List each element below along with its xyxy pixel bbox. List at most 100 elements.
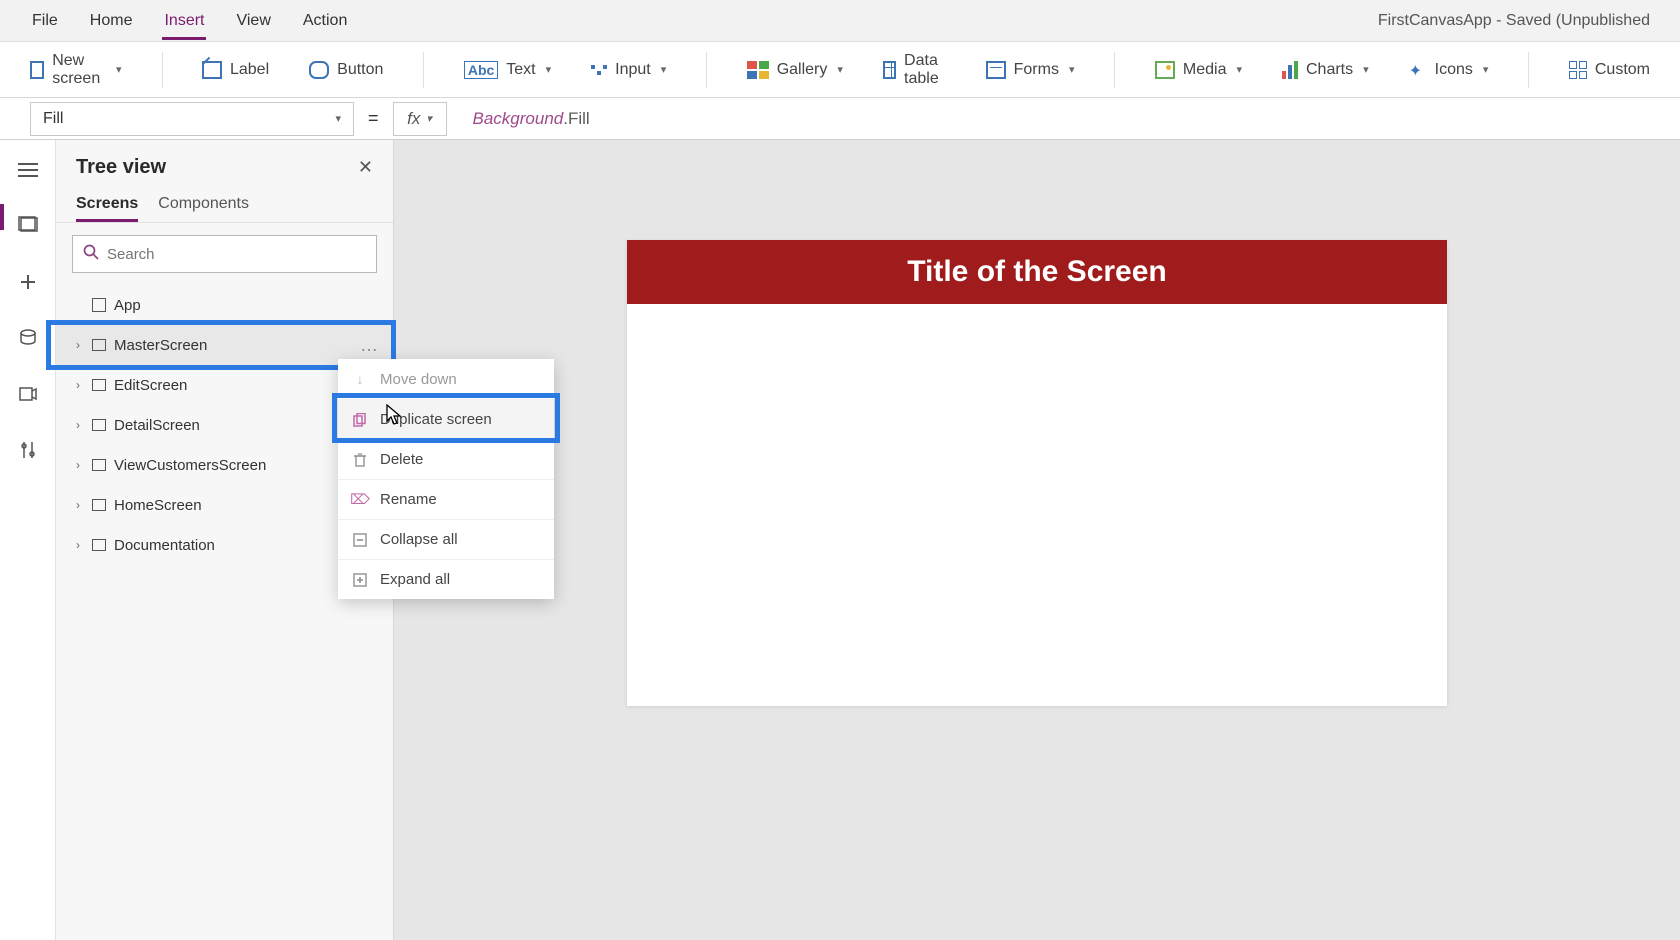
tab-components[interactable]: Components <box>158 189 249 222</box>
screen-icon <box>30 61 44 79</box>
text-label: Text <box>506 61 535 79</box>
formula-prop: .Fill <box>563 109 589 129</box>
chevron-down-icon: ▾ <box>837 63 843 76</box>
menu-file[interactable]: File <box>30 2 60 40</box>
left-rail <box>0 140 56 940</box>
gallery-label: Gallery <box>777 61 828 79</box>
copy-icon <box>352 412 368 428</box>
gallery-button[interactable]: Gallery ▾ <box>747 61 843 79</box>
menu-action[interactable]: Action <box>301 2 349 40</box>
button-text: Button <box>337 61 383 79</box>
input-label: Input <box>615 61 651 79</box>
button-icon <box>309 61 329 79</box>
icons-button[interactable]: Icons ▾ <box>1409 61 1489 79</box>
ctx-delete[interactable]: Delete <box>338 439 554 479</box>
chevron-down-icon: ▾ <box>1236 63 1242 76</box>
ctx-collapse-all[interactable]: Collapse all <box>338 519 554 559</box>
datatable-icon <box>883 61 896 79</box>
arrow-down-icon: ↓ <box>352 371 368 387</box>
tab-screens[interactable]: Screens <box>76 189 138 222</box>
tree-item-label: DetailScreen <box>114 417 200 434</box>
ctx-label: Move down <box>380 371 457 388</box>
menu-insert[interactable]: Insert <box>162 2 206 40</box>
fx-button[interactable]: fx ▾ <box>393 102 447 136</box>
media-button[interactable]: Media ▾ <box>1155 61 1242 79</box>
expand-icon[interactable]: › <box>72 458 84 472</box>
screen-icon <box>92 459 106 471</box>
label-icon <box>202 61 222 79</box>
app-icon <box>92 298 106 312</box>
insert-icon[interactable] <box>14 268 42 296</box>
screen-icon <box>92 339 106 351</box>
custom-icon <box>1569 61 1587 79</box>
app-title: FirstCanvasApp - Saved (Unpublished <box>1378 12 1650 30</box>
ctx-duplicate-screen[interactable]: Duplicate screen <box>338 399 554 439</box>
hamburger-icon[interactable] <box>14 156 42 184</box>
tree-app[interactable]: App <box>56 285 393 325</box>
fx-label: fx <box>407 109 420 129</box>
formula-bar: Fill ▾ = fx ▾ Background.Fill <box>0 98 1680 140</box>
ctx-move-down: ↓ Move down <box>338 359 554 399</box>
tree-item-label: MasterScreen <box>114 337 207 354</box>
close-icon[interactable]: ✕ <box>358 157 373 178</box>
collapse-icon <box>352 532 368 548</box>
expand-icon[interactable]: › <box>72 498 84 512</box>
new-screen-button[interactable]: New screen ▾ <box>30 52 122 88</box>
button-button[interactable]: Button <box>309 61 383 79</box>
label-text: Label <box>230 61 269 79</box>
menu-home[interactable]: Home <box>88 2 135 40</box>
property-value: Fill <box>43 110 63 128</box>
screen-canvas[interactable]: Title of the Screen <box>627 240 1447 706</box>
ctx-label: Delete <box>380 451 423 468</box>
search-input[interactable] <box>107 246 366 263</box>
charts-button[interactable]: Charts ▾ <box>1282 61 1369 79</box>
active-indicator <box>0 204 4 230</box>
chevron-down-icon: ▾ <box>661 63 667 76</box>
expand-icon[interactable]: › <box>72 418 84 432</box>
rename-icon: ⌦ <box>352 492 368 508</box>
tree-view-icon[interactable] <box>14 212 42 240</box>
chevron-down-icon: ▾ <box>116 63 122 76</box>
screen-icon <box>92 379 106 391</box>
forms-label: Forms <box>1014 61 1059 79</box>
expand-icon[interactable]: › <box>72 338 84 352</box>
media-icon <box>1155 61 1175 79</box>
menu-bar: File Home Insert View Action FirstCanvas… <box>0 0 1680 42</box>
ctx-rename[interactable]: ⌦ Rename <box>338 479 554 519</box>
trash-icon <box>352 452 368 468</box>
tree-tabs: Screens Components <box>56 189 393 223</box>
equals-sign: = <box>368 108 379 129</box>
formula-input[interactable]: Background.Fill <box>461 102 1650 136</box>
new-screen-label: New screen <box>52 52 106 88</box>
chevron-down-icon: ▾ <box>1363 63 1369 76</box>
more-options-icon[interactable]: … <box>360 335 379 356</box>
search-icon <box>83 244 99 265</box>
forms-icon <box>986 61 1006 79</box>
input-button[interactable]: Input ▾ <box>591 61 666 79</box>
screen-title-bar[interactable]: Title of the Screen <box>627 240 1447 304</box>
text-button[interactable]: Abc Text ▾ <box>464 61 551 79</box>
charts-icon <box>1282 61 1298 79</box>
custom-button[interactable]: Custom <box>1569 61 1650 79</box>
expand-icon[interactable]: › <box>72 538 84 552</box>
advanced-tools-icon[interactable] <box>14 436 42 464</box>
label-button[interactable]: Label <box>202 61 269 79</box>
ctx-label: Duplicate screen <box>380 411 492 428</box>
property-select[interactable]: Fill ▾ <box>30 102 354 136</box>
tree-item-label: Documentation <box>114 537 215 554</box>
media-icon[interactable] <box>14 380 42 408</box>
ctx-label: Rename <box>380 491 437 508</box>
ctx-expand-all[interactable]: Expand all <box>338 559 554 599</box>
data-icon[interactable] <box>14 324 42 352</box>
datatable-button[interactable]: Data table <box>883 52 946 88</box>
menu-view[interactable]: View <box>234 2 272 40</box>
datatable-label: Data table <box>904 52 946 88</box>
forms-button[interactable]: Forms ▾ <box>986 61 1075 79</box>
search-box[interactable] <box>72 235 377 273</box>
expand-icon[interactable]: › <box>72 378 84 392</box>
context-menu: ↓ Move down Duplicate screen Delete ⌦ Re… <box>338 359 554 599</box>
tree-item-label: HomeScreen <box>114 497 202 514</box>
formula-object: Background <box>473 109 564 129</box>
screen-icon <box>92 539 106 551</box>
chevron-down-icon: ▾ <box>546 63 552 76</box>
